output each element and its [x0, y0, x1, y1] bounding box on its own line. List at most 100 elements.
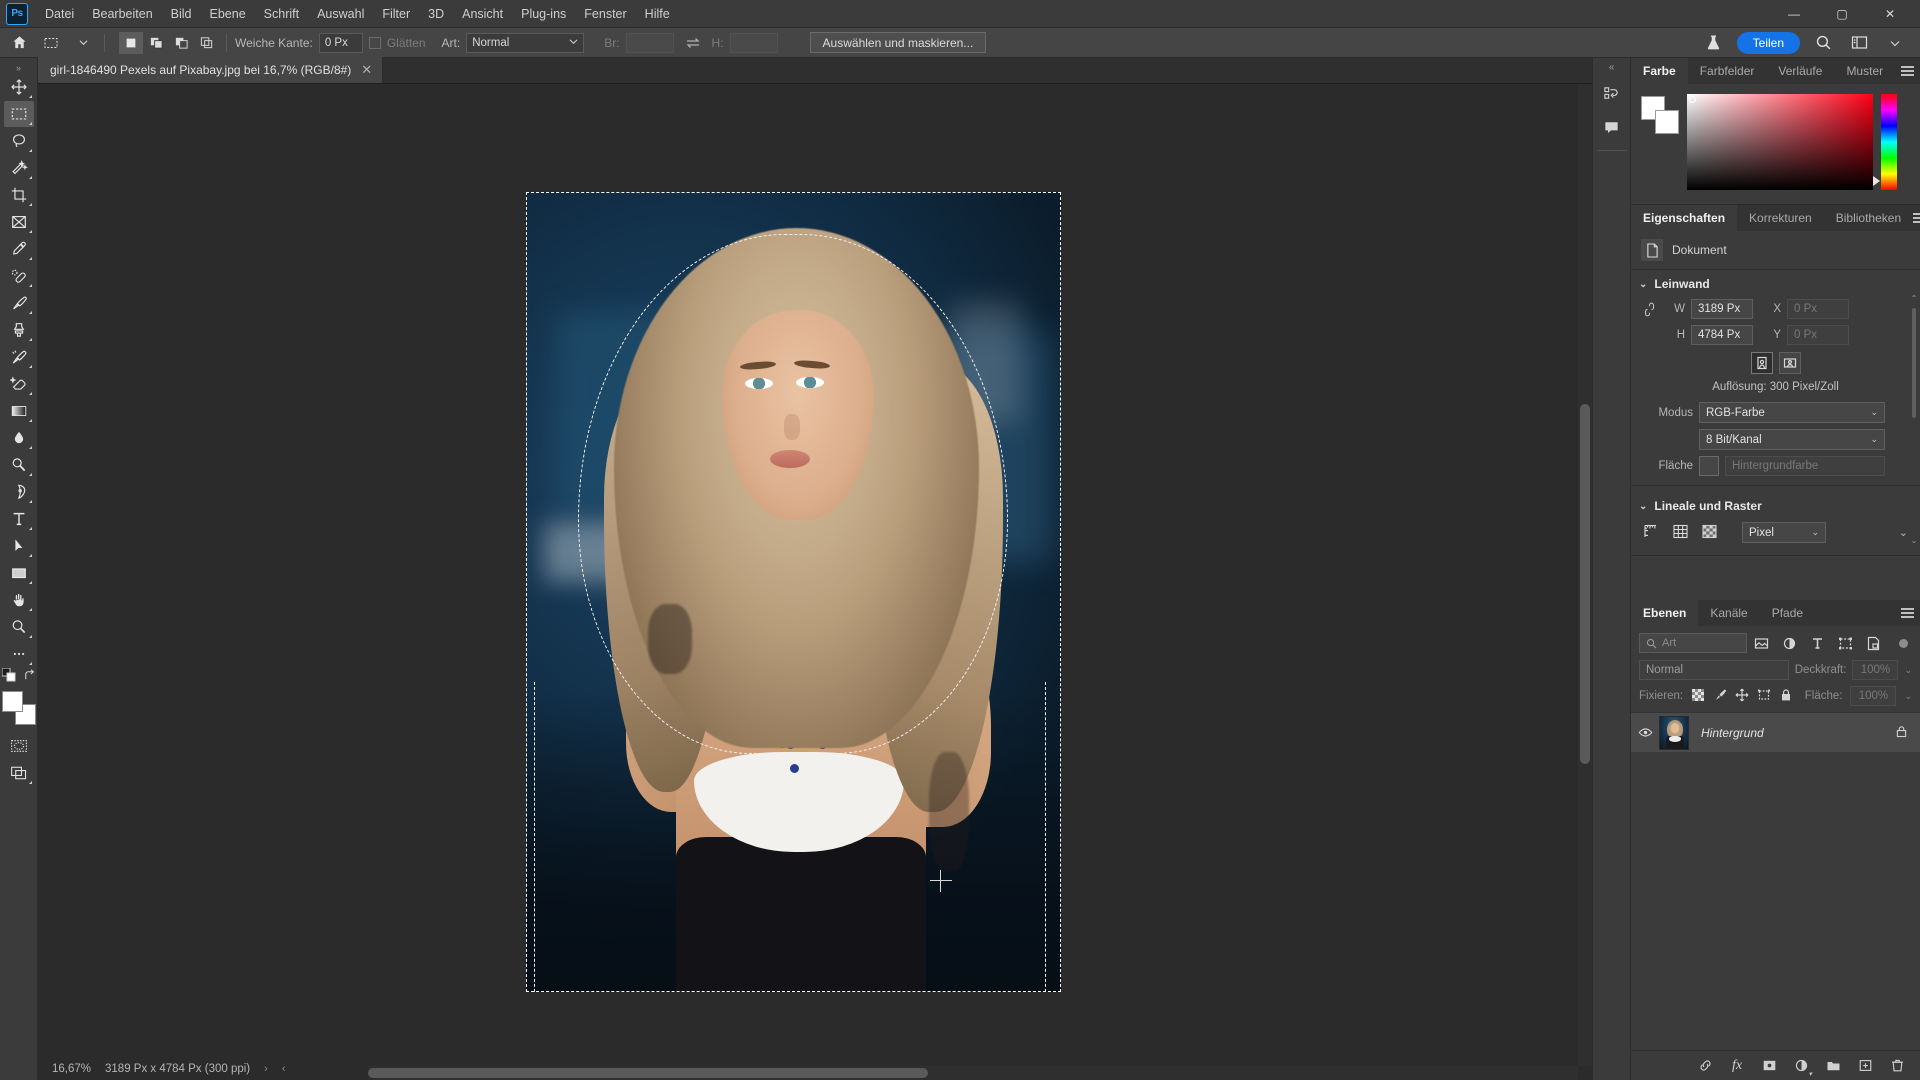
menu-ansicht[interactable]: Ansicht: [453, 2, 512, 26]
tab-korrekturen[interactable]: Korrekturen: [1737, 205, 1824, 231]
feather-input[interactable]: 0 Px: [318, 32, 363, 53]
tool-preset-picker[interactable]: [38, 31, 64, 55]
menu-filter[interactable]: Filter: [373, 2, 419, 26]
search-icon[interactable]: [1810, 31, 1836, 55]
menu-hilfe[interactable]: Hilfe: [636, 2, 679, 26]
status-next-arrow-icon[interactable]: ›: [264, 1063, 268, 1075]
tab-kanaele[interactable]: Kanäle: [1698, 600, 1759, 626]
select-and-mask-button[interactable]: Auswählen und maskieren...: [809, 32, 987, 53]
menu-fenster[interactable]: Fenster: [575, 2, 635, 26]
delete-layer-icon[interactable]: [1888, 1057, 1906, 1075]
eraser-tool[interactable]: [4, 371, 34, 397]
blur-tool[interactable]: [4, 425, 34, 451]
zoom-tool[interactable]: [4, 614, 34, 640]
status-prev-arrow-icon[interactable]: ‹: [282, 1063, 286, 1075]
close-button[interactable]: ✕: [1868, 0, 1912, 27]
tab-farbe[interactable]: Farbe: [1631, 58, 1688, 84]
layer-thumbnail[interactable]: [1659, 715, 1689, 750]
menu-datei[interactable]: Datei: [36, 2, 83, 26]
layer-name[interactable]: Hintergrund: [1701, 726, 1764, 740]
quick-mask-icon[interactable]: [4, 733, 34, 759]
workspace-icon[interactable]: [1846, 31, 1872, 55]
menu-plugins[interactable]: Plug-ins: [512, 2, 575, 26]
menu-schrift[interactable]: Schrift: [255, 2, 308, 26]
menu-3d[interactable]: 3D: [419, 2, 453, 26]
rectangle-tool[interactable]: [4, 560, 34, 586]
expand-more-icon[interactable]: ⌄: [1899, 526, 1908, 539]
filter-smart-object-icon[interactable]: [1859, 632, 1887, 654]
units-select[interactable]: Pixel ⌄: [1742, 522, 1826, 543]
tab-ebenen[interactable]: Ebenen: [1631, 600, 1699, 626]
frame-tool[interactable]: [4, 209, 34, 235]
transparency-grid-icon[interactable]: [1701, 523, 1718, 543]
properties-scroll-thumb[interactable]: [1912, 308, 1916, 418]
opacity-input[interactable]: 100%: [1852, 660, 1899, 680]
document-canvas[interactable]: [526, 192, 1061, 992]
maximize-button[interactable]: ▢: [1820, 0, 1864, 27]
object-selection-tool[interactable]: [4, 155, 34, 181]
scroll-down-icon[interactable]: ⌄: [1910, 536, 1918, 545]
antialias-checkbox[interactable]: [368, 36, 381, 49]
edit-toolbar-button[interactable]: [4, 641, 34, 667]
style-select[interactable]: Normal: [466, 32, 585, 53]
eyedropper-tool[interactable]: [4, 236, 34, 262]
crop-tool[interactable]: [4, 182, 34, 208]
flask-icon[interactable]: [1701, 31, 1727, 55]
foreground-color-swatch[interactable]: [1, 691, 23, 712]
fill-chevron-icon[interactable]: ⌄: [1904, 691, 1912, 702]
color-field[interactable]: [1687, 94, 1873, 190]
add-mask-icon[interactable]: [1760, 1057, 1778, 1075]
tab-muster[interactable]: Muster: [1834, 58, 1895, 84]
brush-tool[interactable]: [4, 290, 34, 316]
chevron-down-icon[interactable]: [1882, 31, 1908, 55]
tab-eigenschaften[interactable]: Eigenschaften: [1631, 205, 1738, 231]
swap-colors-icon[interactable]: [23, 668, 36, 685]
tab-verlaeufe[interactable]: Verläufe: [1766, 58, 1834, 84]
filter-pixel-icon[interactable]: [1747, 632, 1775, 654]
canvas-vertical-scrollbar[interactable]: [1578, 84, 1592, 1066]
layer-visibility-icon[interactable]: [1631, 725, 1659, 740]
portrait-orientation-icon[interactable]: [1750, 352, 1773, 374]
tab-pfade[interactable]: Pfade: [1760, 600, 1815, 626]
background-color-swatch[interactable]: [1655, 110, 1679, 134]
fill-color-swatch[interactable]: [1699, 456, 1719, 476]
panel-menu-icon[interactable]: [1913, 205, 1920, 231]
filter-enable-toggle[interactable]: [1899, 638, 1908, 648]
menu-ebene[interactable]: Ebene: [201, 2, 255, 26]
layer-style-icon[interactable]: fx: [1728, 1057, 1746, 1075]
lasso-tool[interactable]: [4, 128, 34, 154]
hue-slider[interactable]: [1873, 94, 1897, 190]
width-input[interactable]: [625, 32, 674, 53]
properties-scrollbar[interactable]: ⌃ ⌄: [1910, 294, 1918, 545]
fill-value[interactable]: Hintergrundfarbe: [1725, 456, 1885, 476]
zoom-level[interactable]: 16,67%: [52, 1063, 91, 1075]
link-layers-icon[interactable]: [1696, 1057, 1714, 1075]
tab-farbfelder[interactable]: Farbfelder: [1688, 58, 1767, 84]
scroll-up-icon[interactable]: ⌃: [1910, 294, 1918, 303]
dodge-tool[interactable]: [4, 452, 34, 478]
close-icon[interactable]: ✕: [361, 62, 372, 78]
ruler-icon[interactable]: [1643, 523, 1660, 543]
layer-lock-icon[interactable]: [1895, 725, 1908, 741]
new-selection-button[interactable]: [119, 31, 143, 54]
lock-position-icon[interactable]: [1735, 688, 1749, 705]
menu-bild[interactable]: Bild: [162, 2, 201, 26]
expand-toolbar-icon[interactable]: »: [0, 62, 37, 74]
filter-shape-icon[interactable]: [1831, 632, 1859, 654]
grid-icon[interactable]: [1672, 523, 1689, 543]
rulers-section-title[interactable]: ⌄ Lineale und Raster: [1631, 492, 1920, 518]
gradient-tool[interactable]: [4, 398, 34, 424]
hue-slider-handle[interactable]: [1873, 176, 1880, 186]
canvas-x-input[interactable]: 0 Px: [1787, 299, 1849, 319]
panel-menu-icon[interactable]: [1895, 58, 1920, 84]
type-tool[interactable]: [4, 506, 34, 532]
vertical-scroll-thumb[interactable]: [1580, 404, 1590, 764]
add-to-selection-button[interactable]: [144, 32, 168, 54]
layer-filter-select[interactable]: Art: [1639, 633, 1747, 653]
menu-bearbeiten[interactable]: Bearbeiten: [83, 2, 161, 26]
rectangular-marquee-tool[interactable]: [3, 101, 34, 127]
minimize-button[interactable]: —: [1772, 0, 1816, 27]
history-brush-tool[interactable]: [4, 344, 34, 370]
opacity-chevron-icon[interactable]: ⌄: [1904, 665, 1912, 676]
share-button[interactable]: Teilen: [1736, 31, 1800, 54]
